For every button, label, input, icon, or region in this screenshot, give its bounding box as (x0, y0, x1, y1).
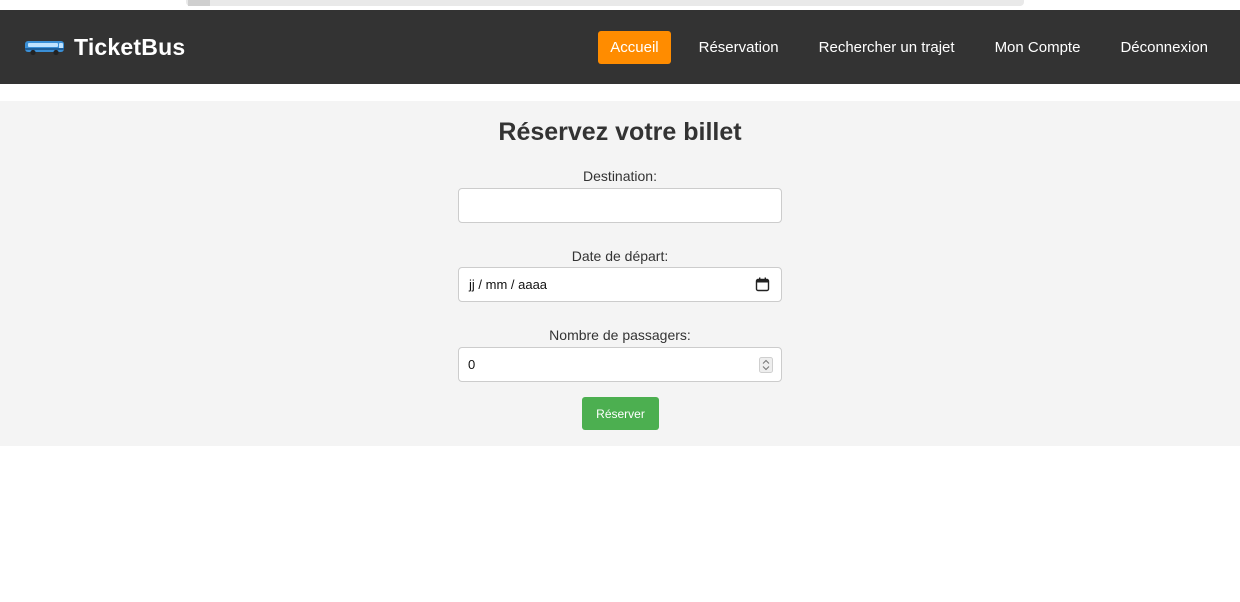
top-navbar: TicketBus Accueil Réservation Rechercher… (0, 10, 1240, 84)
spin-icon[interactable] (759, 357, 773, 373)
reservation-form: Réservez votre billet Destination: Date … (0, 101, 1240, 446)
nav-link-accueil[interactable]: Accueil (598, 30, 671, 64)
passengers-value: 0 (468, 357, 476, 372)
header-spacer (0, 84, 1240, 101)
main-nav: Accueil Réservation Rechercher un trajet… (582, 10, 1220, 84)
reserve-button[interactable]: Réserver (582, 397, 659, 430)
destination-label: Destination: (583, 168, 657, 184)
brand-name: TicketBus (74, 33, 186, 60)
date-label: Date de départ: (571, 248, 669, 264)
date-input[interactable]: jj / mm / aaaa (458, 267, 782, 302)
nav-link-reservation[interactable]: Réservation (687, 31, 791, 64)
browser-address-strip (0, 0, 1240, 10)
destination-field-wrapper (458, 188, 782, 223)
date-placeholder: jj / mm / aaaa (469, 277, 548, 292)
nav-link-deconnexion[interactable]: Déconnexion (1108, 31, 1220, 64)
bus-icon (25, 41, 64, 56)
nav-link-rechercher-trajet[interactable]: Rechercher un trajet (807, 31, 967, 64)
brand-logo[interactable]: TicketBus (24, 10, 185, 84)
browser-address-bar (186, 0, 1024, 6)
passengers-stepper[interactable]: 0 (458, 347, 782, 382)
browser-tab-handle (188, 0, 210, 6)
passengers-label: Nombre de passagers: (549, 327, 691, 343)
calendar-icon[interactable] (755, 277, 770, 292)
nav-link-mon-compte[interactable]: Mon Compte (983, 31, 1093, 64)
destination-input[interactable] (459, 189, 781, 222)
page-title: Réservez votre billet (498, 118, 742, 146)
